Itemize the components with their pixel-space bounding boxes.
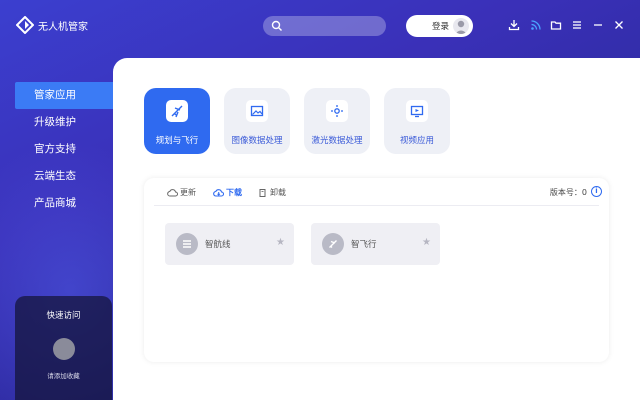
tab-download[interactable]: 下载 bbox=[213, 187, 242, 198]
rss-icon[interactable] bbox=[529, 18, 543, 32]
tile-laser-processing[interactable]: 激光数据处理 bbox=[304, 88, 370, 154]
trash-icon bbox=[257, 188, 268, 197]
star-icon[interactable]: ★ bbox=[422, 238, 431, 248]
login-label: 登录 bbox=[432, 22, 450, 32]
download-icon[interactable] bbox=[507, 18, 521, 32]
tab-download-label: 下载 bbox=[226, 188, 242, 197]
title-bar: 无人机管家 登录 bbox=[0, 0, 640, 52]
quick-access-panel: 快速访问 请添加收藏 bbox=[15, 296, 112, 400]
tile-planning-flight[interactable]: 规划与飞行 bbox=[144, 88, 210, 154]
quick-access-hint: 请添加收藏 bbox=[47, 372, 80, 380]
sidebar-item-store[interactable]: 产品商城 bbox=[0, 190, 112, 217]
sidebar-item-cloud[interactable]: 云端生态 bbox=[0, 163, 112, 190]
app-title: 无人机管家 bbox=[38, 22, 88, 33]
sidebar-nav: 管家应用 升级维护 官方支持 云端生态 产品商城 bbox=[0, 82, 117, 217]
avatar-icon bbox=[453, 18, 469, 34]
cloud-refresh-icon bbox=[167, 188, 178, 197]
tab-update-label: 更新 bbox=[180, 188, 196, 197]
tab-uninstall[interactable]: 卸载 bbox=[257, 187, 286, 198]
app-window: 无人机管家 登录 管家应用 升级维护 官方支持 云端生态 产品商城 快速访问 请… bbox=[0, 0, 640, 400]
folder-icon[interactable] bbox=[549, 18, 563, 32]
tile-image-processing[interactable]: 图像数据处理 bbox=[224, 88, 290, 154]
search-input[interactable] bbox=[263, 16, 386, 36]
sidebar-item-apps[interactable]: 管家应用 bbox=[15, 82, 117, 109]
version-value: 0 bbox=[581, 188, 587, 197]
version-label: 版本号： bbox=[549, 188, 582, 197]
quick-access-add-button[interactable] bbox=[53, 338, 75, 360]
app-card-label: 智航线 bbox=[205, 240, 231, 250]
close-icon[interactable] bbox=[612, 18, 626, 32]
app-card-label: 智飞行 bbox=[351, 240, 377, 250]
info-icon[interactable]: i bbox=[591, 186, 602, 197]
divider bbox=[154, 205, 599, 206]
tile-video-apps[interactable]: 视频应用 bbox=[384, 88, 450, 154]
tab-update[interactable]: 更新 bbox=[167, 187, 196, 198]
cloud-download-icon bbox=[213, 188, 224, 197]
app-card-flight[interactable]: 智飞行 ★ bbox=[311, 223, 440, 265]
quick-access-title: 快速访问 bbox=[46, 311, 81, 321]
minimize-icon[interactable] bbox=[591, 18, 605, 32]
app-logo-icon bbox=[16, 16, 34, 34]
version-text: 版本号：0 bbox=[550, 187, 587, 198]
tile-label: 激光数据处理 bbox=[311, 136, 363, 146]
tab-uninstall-label: 卸载 bbox=[270, 188, 286, 197]
app-list-card: 更新 下载 卸载 版本号：0 i 智航线 ★ 智飞行 ★ bbox=[144, 178, 609, 362]
main-panel: 规划与飞行 图像数据处理 激光数据处理 视频应用 更新 下载 卸载 版本号：0 … bbox=[113, 58, 640, 400]
search-icon bbox=[271, 20, 282, 31]
tab-bar: 更新 下载 卸载 版本号：0 i bbox=[144, 178, 609, 206]
login-button[interactable]: 登录 bbox=[406, 15, 473, 37]
video-icon bbox=[406, 100, 428, 122]
plane-icon bbox=[166, 100, 188, 122]
sidebar-item-support[interactable]: 官方支持 bbox=[0, 136, 112, 163]
tile-label: 规划与飞行 bbox=[155, 136, 199, 146]
app-card-route[interactable]: 智航线 ★ bbox=[165, 223, 294, 265]
star-icon[interactable]: ★ bbox=[276, 238, 285, 248]
flight-icon bbox=[322, 233, 344, 255]
image-icon bbox=[246, 100, 268, 122]
tile-label: 图像数据处理 bbox=[231, 136, 283, 146]
sidebar-item-upgrade[interactable]: 升级维护 bbox=[0, 109, 112, 136]
menu-icon[interactable] bbox=[570, 18, 584, 32]
laser-icon bbox=[326, 100, 348, 122]
tile-label: 视频应用 bbox=[399, 136, 434, 146]
list-icon bbox=[176, 233, 198, 255]
